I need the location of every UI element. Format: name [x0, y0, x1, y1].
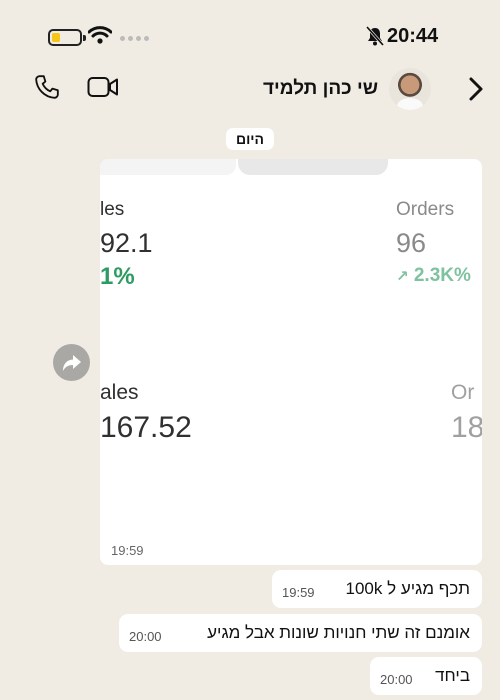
arrow-up-right-icon: ↗: [396, 268, 409, 285]
chevron-right-icon[interactable]: [468, 76, 484, 102]
chat-header: שי כהן תלמיד: [0, 64, 500, 116]
stat-value: 167.52: [100, 411, 192, 444]
stat-sales-2: ales 167.52: [100, 381, 192, 445]
stat-change-value: 2.3K%: [413, 265, 471, 286]
phone-icon[interactable]: [34, 74, 60, 100]
message-time: 19:59: [282, 585, 315, 600]
forward-button[interactable]: [53, 344, 90, 381]
message-text: אומנם זה שתי חנויות שונות אבל מגיע: [207, 623, 470, 642]
stat-value: 96: [396, 228, 427, 258]
stat-change: ↗ 2.3K%: [396, 265, 471, 287]
stat-orders-2: Or 18: [451, 381, 482, 445]
stat-label: ales: [100, 381, 139, 404]
status-time: 20:44: [387, 25, 439, 47]
date-chip: היום: [226, 128, 274, 150]
message-time: 20:00: [129, 629, 162, 644]
message-bubble[interactable]: תכף מגיע ל 100k 19:59: [272, 570, 482, 608]
stat-value: 18: [451, 411, 482, 444]
avatar[interactable]: [389, 68, 431, 110]
stat-orders-1: Orders 96 ↗ 2.3K%: [396, 199, 471, 287]
message-text: תכף מגיע ל 100k: [345, 579, 471, 598]
stat-label: Or: [451, 381, 475, 404]
wifi-icon: [88, 26, 112, 44]
forward-icon: [62, 354, 81, 371]
bell-muted-icon: [366, 26, 384, 46]
stat-change: 1%: [100, 263, 135, 290]
image-tab-strip: [100, 159, 482, 175]
stat-value: 92.1: [100, 228, 153, 258]
image-message[interactable]: les 92.1 1% Orders 96 ↗ 2.3K% ales 167.5…: [100, 159, 482, 565]
stat-label: les: [100, 199, 125, 220]
message-time: 20:00: [380, 672, 413, 687]
stat-label: Orders: [396, 199, 455, 220]
battery-icon: [48, 29, 86, 46]
message-text: ביחד: [435, 666, 470, 685]
stat-sales-1: les 92.1 1%: [100, 199, 153, 291]
contact-name[interactable]: שי כהן תלמיד: [263, 78, 378, 100]
message-bubble[interactable]: ביחד 20:00: [370, 657, 482, 695]
video-icon[interactable]: [87, 76, 119, 98]
message-bubble[interactable]: אומנם זה שתי חנויות שונות אבל מגיע 20:00: [119, 614, 482, 652]
cellular-icon: [120, 36, 149, 41]
message-time: 19:59: [111, 543, 144, 558]
status-bar: 20:44: [0, 0, 500, 64]
